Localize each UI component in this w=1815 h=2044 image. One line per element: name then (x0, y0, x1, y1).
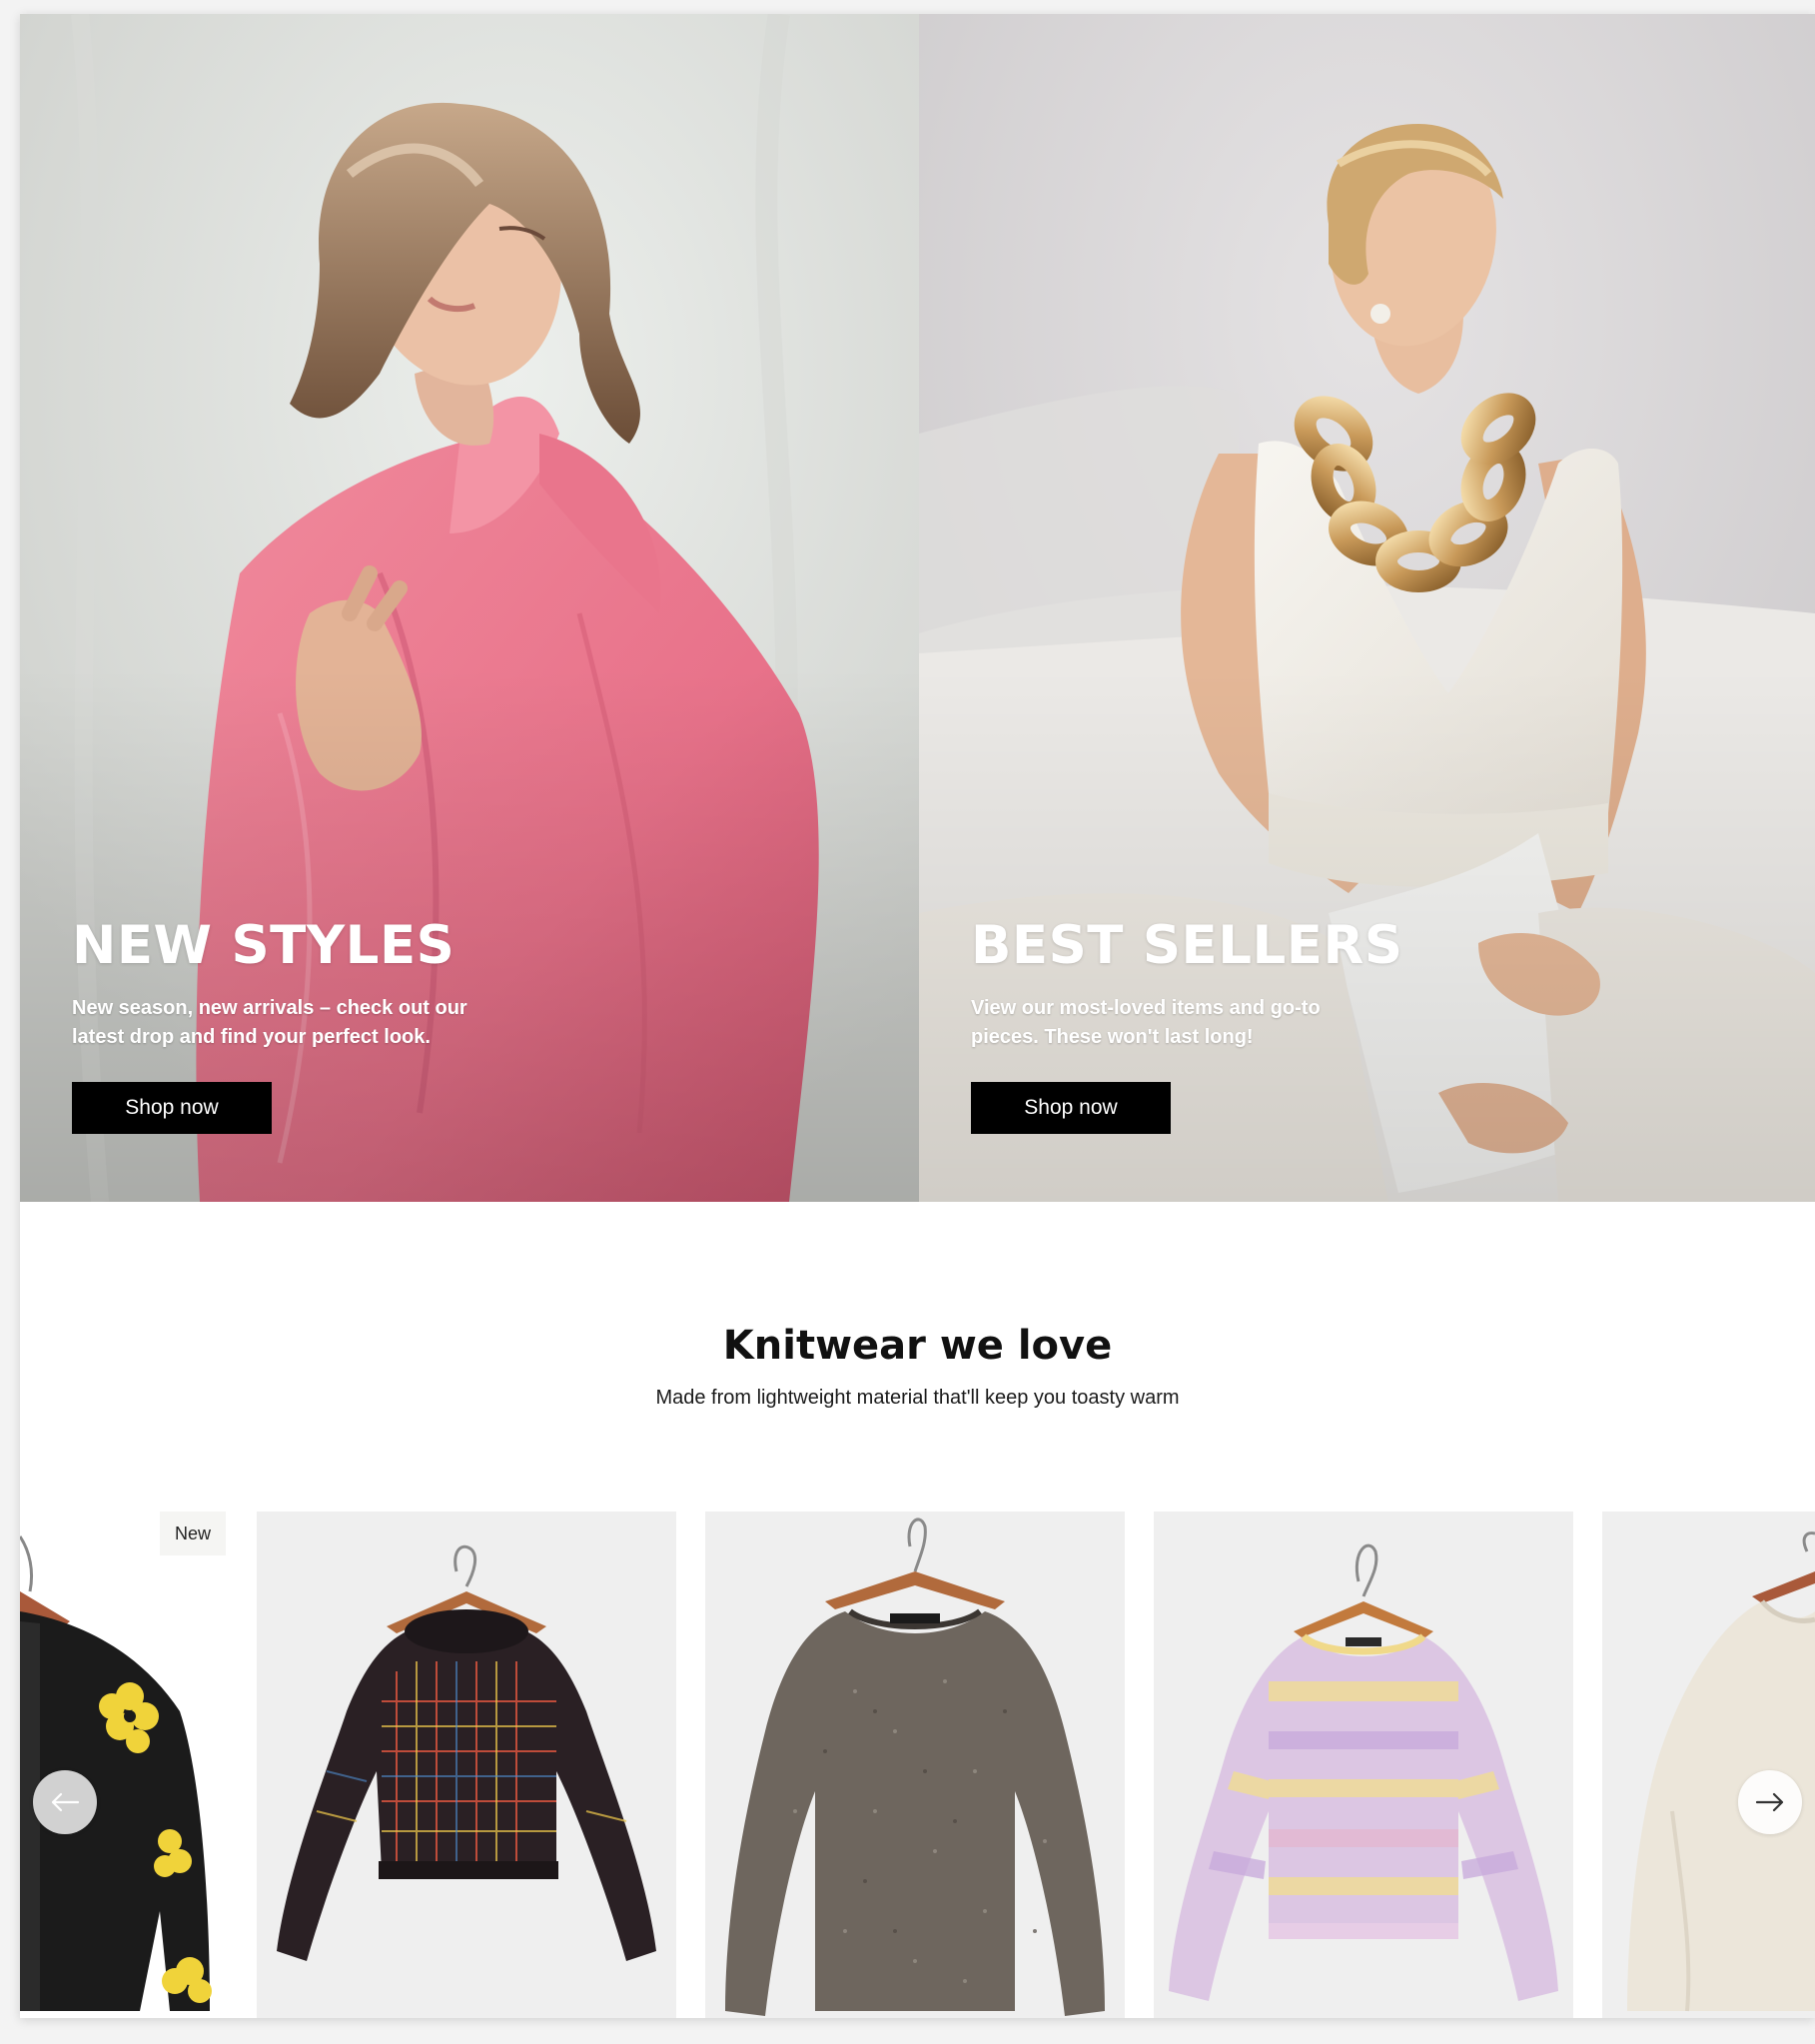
hero-best-sellers[interactable]: BEST SELLERS View our most-loved items a… (919, 14, 1815, 1202)
arrow-left-icon (51, 1792, 80, 1812)
product-card[interactable]: New (20, 1512, 230, 2018)
arrow-right-icon (1755, 1792, 1784, 1812)
black-floral-cardigan-image (20, 1535, 212, 2011)
product-card[interactable] (1602, 1512, 1815, 2018)
new-badge: New (160, 1512, 226, 1555)
page: NEW STYLES New season, new arrivals – ch… (20, 14, 1815, 2018)
hero-left-title: NEW STYLES (72, 915, 455, 976)
hero-banner: NEW STYLES New season, new arrivals – ch… (20, 14, 1815, 1202)
shop-now-best-sellers-button[interactable]: Shop now (971, 1082, 1171, 1134)
product-card[interactable] (705, 1512, 1125, 2018)
hero-right-subtitle: View our most-loved items and go-to piec… (971, 997, 1321, 1048)
shop-now-new-styles-button[interactable]: Shop now (72, 1082, 272, 1134)
hero-right-overlay: BEST SELLERS View our most-loved items a… (971, 919, 1490, 1134)
product-card[interactable] (1154, 1512, 1573, 2018)
check-knit-sweater-image (277, 1544, 656, 1961)
pastel-stripe-sweater-image (1169, 1543, 1558, 2001)
hero-left-subtitle: New season, new arrivals – check out our… (72, 997, 467, 1048)
hero-left-overlay: NEW STYLES New season, new arrivals – ch… (72, 919, 591, 1134)
hero-right-title: BEST SELLERS (971, 915, 1403, 976)
cream-sweater-image (1627, 1532, 1815, 2012)
knitwear-carousel: New (20, 1512, 1815, 2018)
section-subtitle: Made from lightweight material that'll k… (655, 1387, 1180, 1409)
marled-grey-sweater-image (725, 1518, 1105, 2016)
carousel-next-button[interactable] (1738, 1770, 1802, 1834)
section-title: Knitwear we love (722, 1323, 1113, 1369)
product-card[interactable] (257, 1512, 676, 2018)
hero-new-styles[interactable]: NEW STYLES New season, new arrivals – ch… (20, 14, 919, 1202)
carousel-prev-button[interactable] (33, 1770, 97, 1834)
